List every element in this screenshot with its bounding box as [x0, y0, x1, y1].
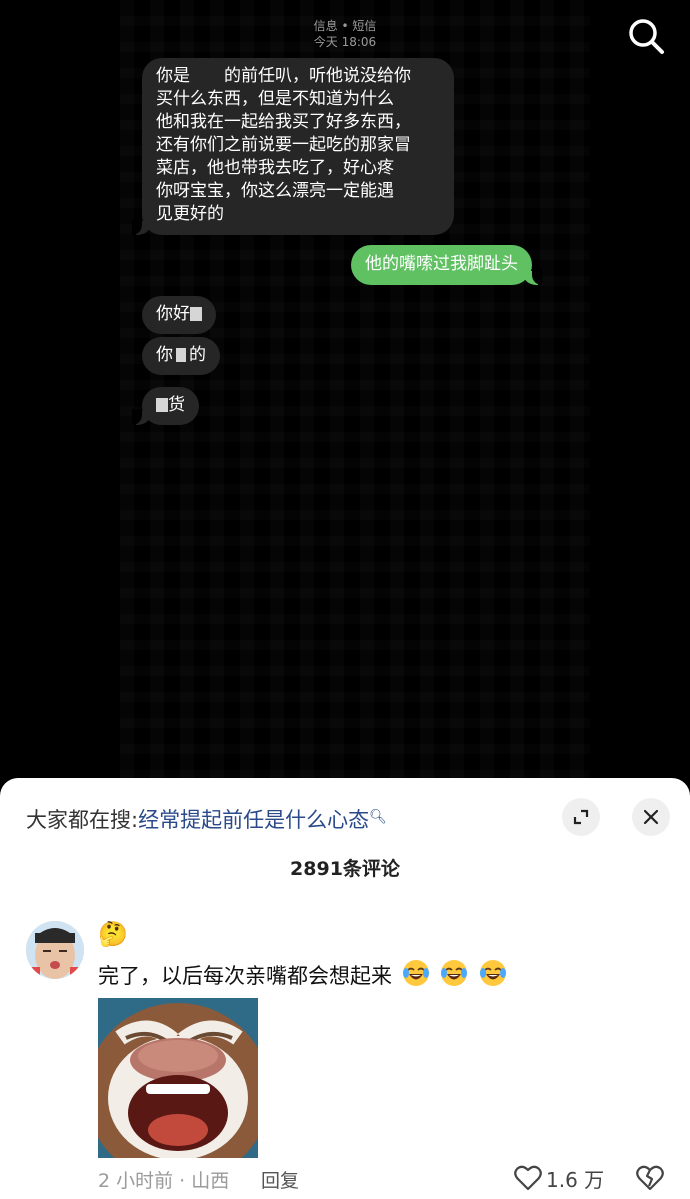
sms-header: 信息 • 短信 今天 18:06 [0, 18, 690, 50]
message-text: 你好 [156, 304, 190, 324]
sms-header-time: 今天 18:06 [313, 35, 377, 49]
message-received: 你的 [142, 337, 220, 375]
message-received: 货 [132, 387, 199, 425]
message-line: 菜店，他也带我去吃了，好心疼 [156, 158, 394, 178]
comment-body: 完了，以后每次亲嘴都会想起来 [98, 964, 392, 988]
bear-laughing-sticker[interactable] [98, 998, 258, 1158]
message-line: 他和我在一起给我买了好多东西， [156, 112, 411, 132]
comment-count: 2891条评论 [290, 858, 400, 880]
message-line: 买什么东西，但是不知道为什么 [156, 89, 394, 109]
redaction-block [156, 398, 168, 412]
broken-heart-icon [636, 1165, 664, 1191]
message-text: 他的嘴嗦过我脚趾头 [365, 254, 518, 274]
redaction-block [176, 348, 186, 362]
message-line: 见更好的 [156, 204, 224, 224]
avatar-face [26, 921, 84, 979]
redaction-block [190, 307, 202, 321]
message-sent: 他的嘴嗦过我脚趾头 [351, 245, 542, 285]
comment-meta: 2 小时前 · 山西 [98, 1170, 230, 1192]
thinking-emoji: 🤔 [98, 920, 128, 948]
message-text: 的 [189, 345, 206, 365]
search-button[interactable] [626, 16, 666, 56]
tears-of-joy-emoji-icon [441, 960, 468, 986]
message-received: 你好 [142, 296, 216, 334]
message-text: 货 [168, 395, 185, 415]
avatar[interactable] [26, 921, 84, 979]
close-button[interactable] [632, 798, 670, 836]
sticker-image [98, 998, 258, 1158]
tears-of-joy-emoji-icon [480, 960, 507, 986]
message-line: 还有你们之前说要一起吃的那家冒 [156, 135, 411, 155]
reply-button[interactable]: 回复 [261, 1166, 299, 1193]
expand-icon [573, 809, 589, 825]
hot-search-bar[interactable]: 大家都在搜:经常提起前任是什么心态🔍︎ [26, 802, 387, 835]
close-icon [643, 809, 659, 825]
message-text: 你 [156, 345, 173, 365]
message-line: 你呀宝宝，你这么漂亮一定能遇 [156, 181, 394, 201]
like-button[interactable]: 1.6 万 [514, 1164, 604, 1192]
sms-header-service: 信息 • 短信 [313, 19, 377, 33]
comment-text: 完了，以后每次亲嘴都会想起来 [98, 958, 508, 991]
comment-panel: 大家都在搜:经常提起前任是什么心态🔍︎ 2891条评论 🤔 完了，以后每次亲嘴都… [0, 778, 690, 1199]
message-line: 你是 的前任叭，听他说没给你 [156, 66, 411, 86]
hot-search-prefix: 大家都在搜: [26, 808, 139, 832]
search-small-icon: 🔍︎ [369, 809, 387, 825]
hot-search-keyword[interactable]: 经常提起前任是什么心态 [138, 808, 369, 832]
dislike-button[interactable] [636, 1164, 664, 1192]
message-received-long: 你是 的前任叭，听他说没给你 买什么东西，但是不知道为什么 他和我在一起给我买了… [132, 58, 454, 235]
sms-screenshot: 信息 • 短信 今天 18:06 你是 的前任叭，听他说没给你 买什么东西，但是… [0, 0, 690, 780]
expand-button[interactable] [562, 798, 600, 836]
search-icon [629, 19, 664, 54]
tears-of-joy-emoji-icon [402, 960, 429, 986]
like-count: 1.6 万 [546, 1167, 605, 1192]
heart-outline-icon [514, 1165, 542, 1191]
